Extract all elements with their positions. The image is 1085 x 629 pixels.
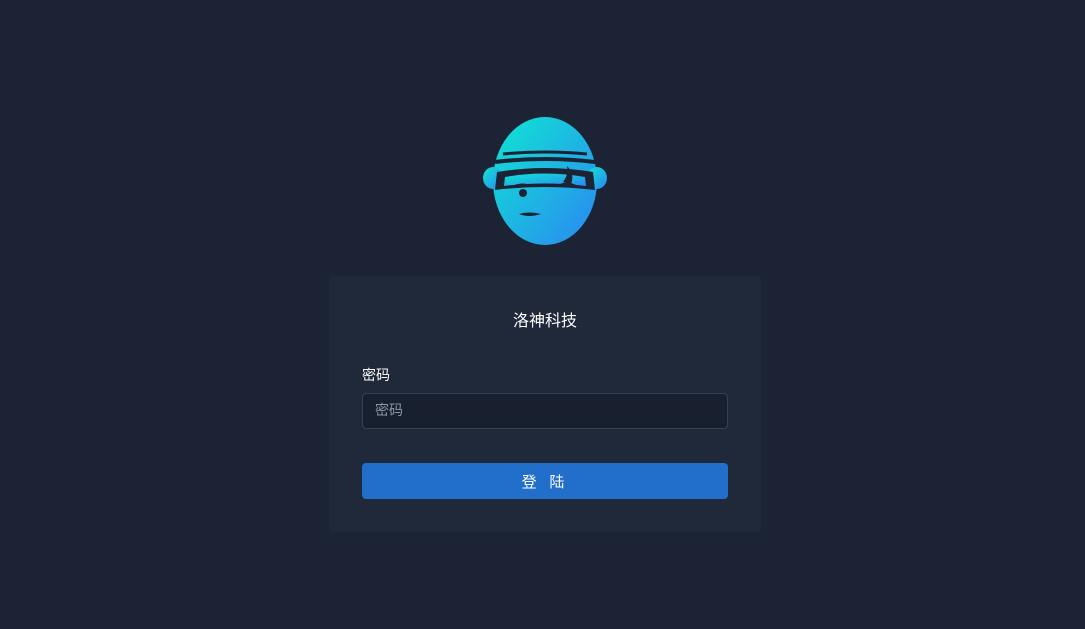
card-title: 洛神科技 <box>512 311 577 330</box>
password-input[interactable] <box>362 393 728 429</box>
login-card: 洛神科技 密码 登 陆 <box>329 276 761 532</box>
ninja-mascot-icon <box>483 114 607 246</box>
login-page: 洛神科技 密码 登 陆 <box>0 0 1085 629</box>
password-label: 密码 <box>362 368 390 384</box>
login-button[interactable]: 登 陆 <box>362 463 728 499</box>
